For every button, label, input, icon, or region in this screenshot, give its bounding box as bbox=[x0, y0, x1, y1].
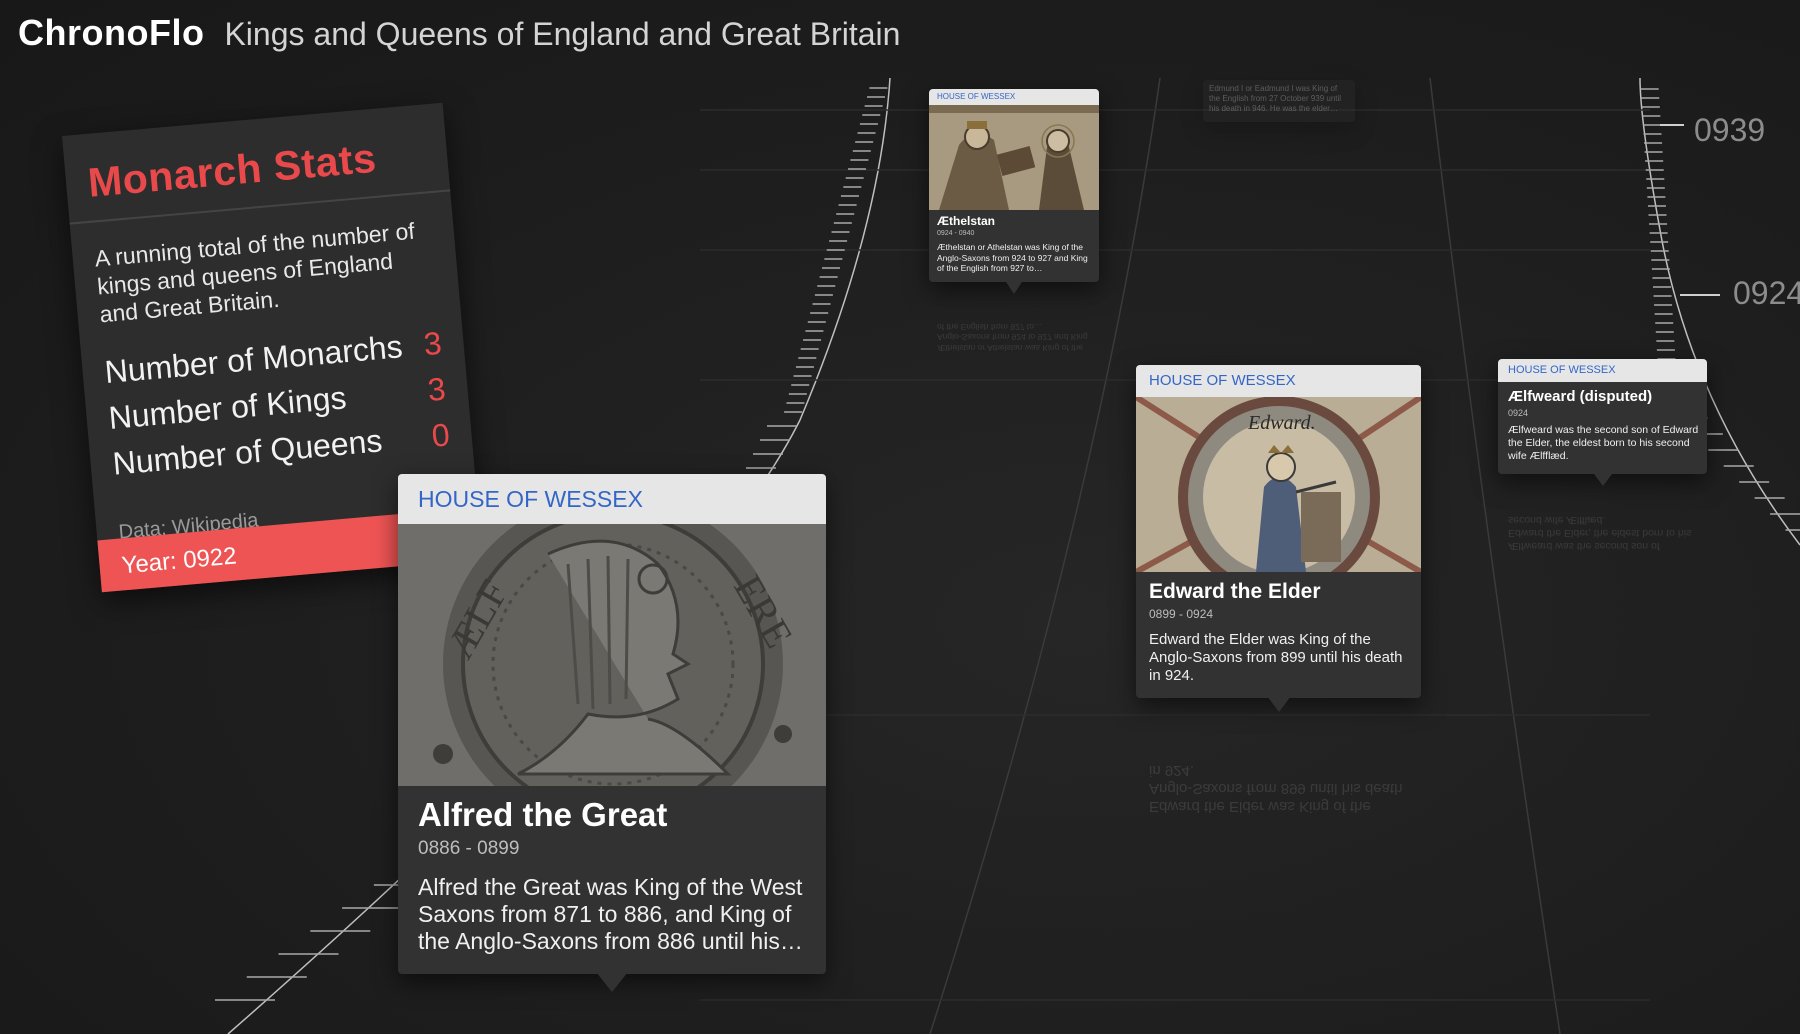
stat-rows: Number of Monarchs 3 Number of Kings 3 N… bbox=[79, 297, 474, 494]
card-dates: 0886 - 0899 bbox=[418, 838, 520, 859]
card-name: Edward the Elder bbox=[1149, 580, 1321, 603]
card-image: ÆLF ERE bbox=[398, 524, 826, 786]
card-aethelstan[interactable]: HOUSE OF WESSEX Æthelstan 0924 - 0940 Æt… bbox=[929, 89, 1099, 294]
card-pointer bbox=[596, 972, 628, 992]
card-dates: 0924 bbox=[1508, 408, 1529, 418]
card-dates: 0924 - 0940 bbox=[937, 230, 975, 237]
app-title[interactable]: ChronoFlo bbox=[18, 12, 204, 54]
card-reflection: Edward the Elder was King of the Anglo-S… bbox=[1149, 762, 1403, 815]
card-description: Æthelstan or Athelstan was King of the A… bbox=[937, 242, 1088, 273]
card-dates: 0899 - 0924 bbox=[1149, 607, 1214, 621]
card-edward-the-elder[interactable]: HOUSE OF WESSEX Edward. Edward the Elder… bbox=[1136, 365, 1421, 712]
card-aelfweard[interactable]: HOUSE OF WESSEX Ælfweard (disputed) 0924… bbox=[1498, 359, 1707, 486]
year-label-top: 0939 bbox=[1694, 112, 1766, 148]
year-label-current: 0924 bbox=[1733, 275, 1800, 311]
card-house-label: HOUSE OF WESSEX bbox=[398, 474, 826, 524]
stat-value: 3 bbox=[426, 370, 448, 409]
card-pointer bbox=[1593, 474, 1612, 486]
card-name: Ælfweard (disputed) bbox=[1508, 388, 1653, 405]
card-image bbox=[929, 105, 1099, 210]
card-reflection: Ælfweard was the second son of Edward th… bbox=[1508, 514, 1692, 552]
stat-value: 3 bbox=[422, 324, 444, 363]
silver-coin-portrait-icon: ÆLF ERE bbox=[398, 524, 826, 786]
card-house-label: HOUSE OF WESSEX bbox=[1498, 359, 1707, 382]
card-name: Æthelstan bbox=[937, 214, 996, 228]
card-pointer bbox=[1006, 282, 1022, 294]
svg-text:Edward.: Edward. bbox=[1247, 412, 1316, 434]
card-house-label: HOUSE OF WESSEX bbox=[1136, 365, 1421, 397]
card-name: Alfred the Great bbox=[418, 796, 668, 833]
card-description: Alfred the Great was King of the West Sa… bbox=[418, 874, 803, 954]
card-reflection: Æthelstan or Athelstan was King of the A… bbox=[937, 322, 1088, 353]
card-alfred-the-great[interactable]: HOUSE OF WESSEX ÆLF ERE Alfred the Great… bbox=[398, 474, 826, 992]
card-description: Edmund I or Eadmund I was King of the En… bbox=[1209, 84, 1342, 113]
card-description: Edward the Elder was King of the Anglo-S… bbox=[1149, 631, 1403, 684]
manuscript-king-presenting-book-icon bbox=[929, 105, 1099, 210]
card-pointer bbox=[1266, 696, 1291, 712]
card-edmund[interactable]: Edmund I or Eadmund I was King of the En… bbox=[1203, 80, 1355, 122]
stat-value: 0 bbox=[430, 416, 452, 454]
app-header: ChronoFlo Kings and Queens of England an… bbox=[18, 12, 900, 54]
enthroned-king-roundel-icon: Edward. bbox=[1136, 397, 1421, 572]
card-image: Edward. bbox=[1136, 397, 1421, 572]
card-description: Ælfweard was the second son of Edward th… bbox=[1508, 424, 1699, 462]
page-title: Kings and Queens of England and Great Br… bbox=[224, 16, 901, 52]
card-house-label: HOUSE OF WESSEX bbox=[929, 89, 1099, 105]
